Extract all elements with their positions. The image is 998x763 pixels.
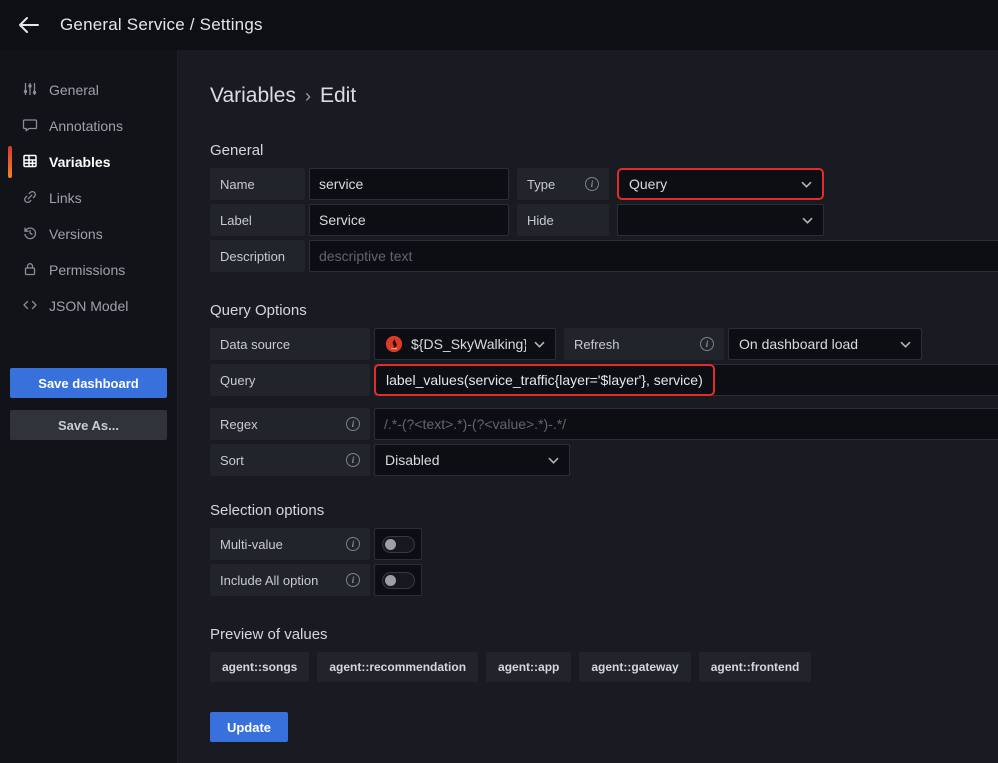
settings-sidebar: General Annotations Variables Links Vers <box>0 50 178 763</box>
refresh-label: Refresh i <box>564 328 724 360</box>
chevron-down-icon <box>534 341 545 348</box>
type-label: Type i <box>517 168 609 200</box>
general-section-heading: General <box>210 142 998 159</box>
sidebar-item-links[interactable]: Links <box>0 180 177 216</box>
link-icon <box>22 189 38 208</box>
multi-value-toggle[interactable] <box>374 528 422 560</box>
description-label: Description <box>210 240 305 272</box>
settings-content: Variables › Edit General Name Type i Que… <box>178 50 998 763</box>
preview-chip: agent::app <box>486 652 571 682</box>
regex-input[interactable] <box>374 408 998 440</box>
refresh-dropdown[interactable]: On dashboard load <box>728 328 922 360</box>
sidebar-item-versions[interactable]: Versions <box>0 216 177 252</box>
sidebar-item-json-model[interactable]: JSON Model <box>0 288 177 324</box>
sidebar-item-variables[interactable]: Variables <box>0 144 177 180</box>
sidebar-item-permissions[interactable]: Permissions <box>0 252 177 288</box>
sidebar-item-label: Links <box>49 190 82 206</box>
datasource-label: Data source <box>210 328 370 360</box>
code-brackets-icon <box>22 297 38 316</box>
save-as-button[interactable]: Save As... <box>10 410 167 440</box>
chevron-down-icon <box>548 457 559 464</box>
include-all-label: Include All option i <box>210 564 370 596</box>
breadcrumb-section: Variables <box>210 84 296 108</box>
query-value-highlight: label_values(service_traffic{layer='$lay… <box>374 364 715 396</box>
preview-chip: agent::gateway <box>579 652 690 682</box>
info-icon: i <box>585 177 599 191</box>
hide-label: Hide <box>517 204 609 236</box>
lock-icon <box>22 261 38 280</box>
hide-dropdown[interactable] <box>617 204 824 236</box>
preview-values: agent::songs agent::recommendation agent… <box>210 652 998 682</box>
prometheus-flame-icon <box>385 335 403 353</box>
sort-label: Sort i <box>210 444 370 476</box>
selection-options-heading: Selection options <box>210 502 998 519</box>
datasource-dropdown[interactable]: ${DS_SkyWalking} <box>374 328 556 360</box>
comment-icon <box>22 117 38 136</box>
chevron-down-icon <box>900 341 911 348</box>
info-icon: i <box>346 537 360 551</box>
sidebar-item-label: General <box>49 82 99 98</box>
page-title: General Service / Settings <box>60 15 263 35</box>
query-input[interactable]: label_values(service_traffic{layer='$lay… <box>374 364 998 396</box>
type-dropdown[interactable]: Query <box>617 168 824 200</box>
info-icon: i <box>700 337 714 351</box>
query-label: Query <box>210 364 370 396</box>
top-header: General Service / Settings <box>0 0 998 50</box>
label-label: Label <box>210 204 305 236</box>
label-input[interactable] <box>309 204 509 236</box>
sidebar-item-label: Annotations <box>49 118 123 134</box>
sidebar-item-general[interactable]: General <box>0 72 177 108</box>
sidebar-item-annotations[interactable]: Annotations <box>0 108 177 144</box>
preview-heading: Preview of values <box>210 626 998 643</box>
breadcrumb: Variables › Edit <box>210 84 998 108</box>
query-options-heading: Query Options <box>210 302 998 319</box>
breadcrumb-separator: › <box>305 85 311 107</box>
sliders-icon <box>22 81 38 100</box>
name-input[interactable] <box>309 168 509 200</box>
info-icon: i <box>346 453 360 467</box>
preview-chip: agent::songs <box>210 652 309 682</box>
sidebar-item-label: Variables <box>49 154 111 170</box>
breadcrumb-page: Edit <box>320 84 356 108</box>
preview-chip: agent::recommendation <box>317 652 478 682</box>
grid-icon <box>22 153 38 172</box>
back-arrow-icon[interactable] <box>16 12 42 38</box>
description-input[interactable] <box>309 240 998 272</box>
chevron-down-icon <box>801 181 812 188</box>
save-dashboard-button[interactable]: Save dashboard <box>10 368 167 398</box>
name-label: Name <box>210 168 305 200</box>
sort-dropdown[interactable]: Disabled <box>374 444 570 476</box>
info-icon: i <box>346 417 360 431</box>
multi-value-label: Multi-value i <box>210 528 370 560</box>
sidebar-item-label: JSON Model <box>49 298 128 314</box>
regex-label: Regex i <box>210 408 370 440</box>
preview-chip: agent::frontend <box>699 652 812 682</box>
sidebar-item-label: Permissions <box>49 262 125 278</box>
include-all-toggle[interactable] <box>374 564 422 596</box>
update-button[interactable]: Update <box>210 712 288 742</box>
sidebar-item-label: Versions <box>49 226 103 242</box>
info-icon: i <box>346 573 360 587</box>
chevron-down-icon <box>802 217 813 224</box>
history-icon <box>22 225 38 244</box>
